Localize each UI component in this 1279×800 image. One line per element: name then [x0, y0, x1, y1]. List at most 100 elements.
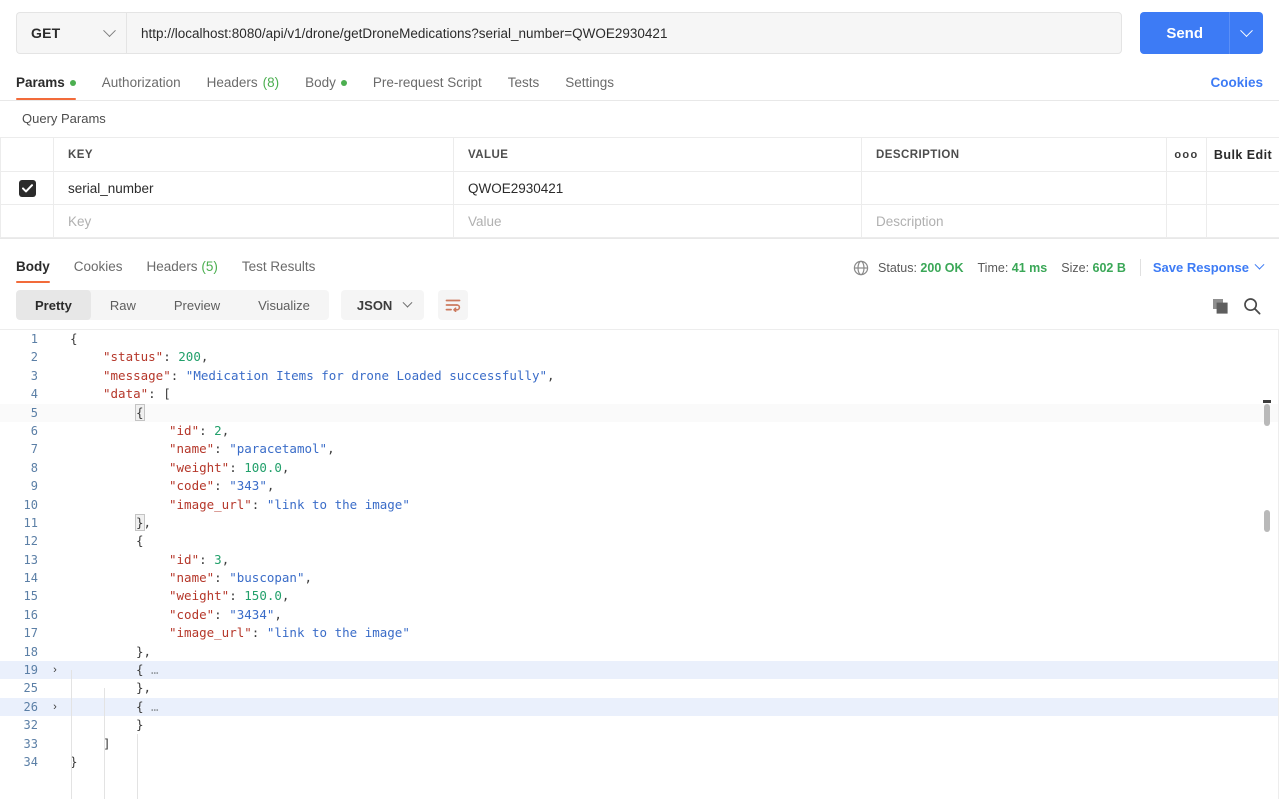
- bulk-edit-button[interactable]: Bulk Edit: [1206, 137, 1279, 172]
- token-s: "3434": [229, 606, 275, 622]
- code-text: "status": 200,: [62, 348, 208, 366]
- new-key-input[interactable]: Key: [53, 204, 454, 238]
- tab-pre-request-script[interactable]: Pre-request Script: [373, 75, 482, 100]
- code-text: "id": 2,: [62, 422, 229, 440]
- query-params-title: Query Params: [22, 111, 106, 126]
- tab-authorization[interactable]: Authorization: [102, 75, 181, 100]
- response-tab-headers[interactable]: Headers (5): [147, 259, 218, 283]
- response-format-select[interactable]: JSON: [340, 290, 425, 320]
- token-p: {: [70, 331, 78, 346]
- tab-headers-label: Headers: [206, 75, 258, 90]
- tab-settings[interactable]: Settings: [565, 75, 614, 100]
- row-value-input[interactable]: QWOE2930421: [453, 171, 862, 205]
- token-fld: …: [143, 698, 159, 714]
- empty-row-checkbox-cell: [0, 204, 54, 238]
- response-tab-test-results[interactable]: Test Results: [242, 259, 316, 283]
- token-p: :: [251, 625, 267, 641]
- time-value: 41 ms: [1011, 260, 1048, 275]
- row-spacer-cell: [1206, 171, 1279, 205]
- token-s: "buscopan": [229, 570, 305, 586]
- new-description-input[interactable]: Description: [861, 204, 1167, 238]
- view-mode-visualize[interactable]: Visualize: [239, 290, 329, 320]
- url-input[interactable]: [126, 12, 1123, 54]
- tab-settings-label: Settings: [565, 75, 615, 90]
- token-p: ,: [547, 367, 555, 383]
- tab-params[interactable]: Params: [16, 75, 76, 100]
- code-scrollbar[interactable]: [1263, 330, 1271, 799]
- code-line: 32}: [0, 716, 1279, 734]
- token-s: "link to the image": [266, 496, 410, 512]
- line-number: 10: [23, 497, 38, 512]
- line-number: 12: [23, 534, 38, 549]
- chevron-down-icon: [1240, 23, 1253, 37]
- view-mode-raw[interactable]: Raw: [91, 290, 155, 320]
- token-p: : [: [148, 386, 171, 402]
- row-options-cell[interactable]: [1166, 171, 1207, 205]
- chevron-down-icon: [1254, 259, 1265, 270]
- token-p: {: [136, 533, 144, 549]
- token-p: ,: [274, 606, 282, 622]
- code-text: {: [62, 330, 78, 348]
- token-n: 3: [214, 551, 222, 567]
- time-label: Time:: [977, 260, 1009, 275]
- token-k: "name": [169, 570, 215, 586]
- cookies-link[interactable]: Cookies: [1210, 75, 1263, 90]
- token-p: :: [199, 551, 215, 567]
- token-s: "343": [229, 478, 267, 494]
- token-p: :: [229, 588, 245, 604]
- response-tab-body[interactable]: Body: [16, 259, 50, 283]
- row-description-input[interactable]: [861, 171, 1167, 205]
- token-s: "link to the image": [266, 625, 410, 641]
- send-options-button[interactable]: [1229, 12, 1263, 54]
- response-tab-cookies[interactable]: Cookies: [74, 259, 123, 283]
- save-response-button[interactable]: Save Response: [1153, 259, 1265, 275]
- empty-row-options-cell[interactable]: [1166, 204, 1207, 238]
- tab-headers[interactable]: Headers (8): [207, 75, 280, 100]
- search-button[interactable]: [1243, 297, 1261, 315]
- expand-chevron-icon[interactable]: ›: [48, 661, 62, 679]
- code-text: "data": [: [62, 385, 171, 403]
- copy-button[interactable]: [1212, 298, 1229, 315]
- http-method-select[interactable]: GET: [16, 12, 126, 54]
- view-mode-preview[interactable]: Preview: [155, 290, 239, 320]
- code-text: "name": "paracetamol",: [62, 440, 335, 458]
- line-number: 11: [23, 515, 38, 530]
- line-number: 25: [23, 681, 38, 696]
- chevron-down-icon: [103, 23, 116, 37]
- row-key-input[interactable]: serial_number: [53, 171, 454, 205]
- token-p: ,: [143, 514, 152, 530]
- line-number: 1: [30, 332, 38, 346]
- line-number: 2: [30, 350, 38, 365]
- line-number: 14: [23, 571, 38, 586]
- globe-icon: [853, 260, 869, 276]
- json-code-lines: 1{2 "status": 200, 3 "message": "Medication…: [0, 330, 1279, 771]
- row-enabled-checkbox[interactable]: [18, 179, 36, 197]
- token-p: :: [163, 349, 179, 365]
- code-line: 8 "weight": 100.0,: [0, 459, 1279, 477]
- scrollbar-thumb[interactable]: [1264, 404, 1270, 426]
- tab-body[interactable]: Body: [305, 75, 347, 100]
- new-value-input[interactable]: Value: [453, 204, 862, 238]
- token-p: ,: [221, 551, 230, 567]
- token-k: "weight": [169, 588, 230, 604]
- copy-icon: [1213, 298, 1228, 314]
- modified-dot-icon: [69, 79, 76, 86]
- code-line: 19 ›{ …: [0, 661, 1279, 680]
- tab-tests[interactable]: Tests: [508, 75, 540, 100]
- line-number: 17: [23, 626, 38, 641]
- response-body-viewer[interactable]: 1{2 "status": 200, 3 "message": "Medication…: [0, 329, 1279, 799]
- token-p: :: [199, 422, 215, 438]
- send-button[interactable]: Send: [1140, 12, 1229, 54]
- token-p: :: [229, 459, 245, 475]
- token-k: "code": [169, 478, 215, 494]
- token-p: {: [136, 698, 144, 714]
- table-options-button[interactable]: ooo: [1166, 137, 1207, 172]
- table-row-empty: Key Value Description: [0, 204, 1279, 238]
- wrap-text-button[interactable]: [438, 290, 469, 320]
- expand-chevron-icon[interactable]: ›: [48, 698, 62, 716]
- view-mode-pretty[interactable]: Pretty: [16, 290, 91, 320]
- line-number: 15: [23, 589, 38, 604]
- code-text: {: [62, 403, 145, 422]
- table-header-row: KEY VALUE DESCRIPTION ooo Bulk Edit: [0, 137, 1279, 172]
- line-number: 5: [30, 405, 38, 420]
